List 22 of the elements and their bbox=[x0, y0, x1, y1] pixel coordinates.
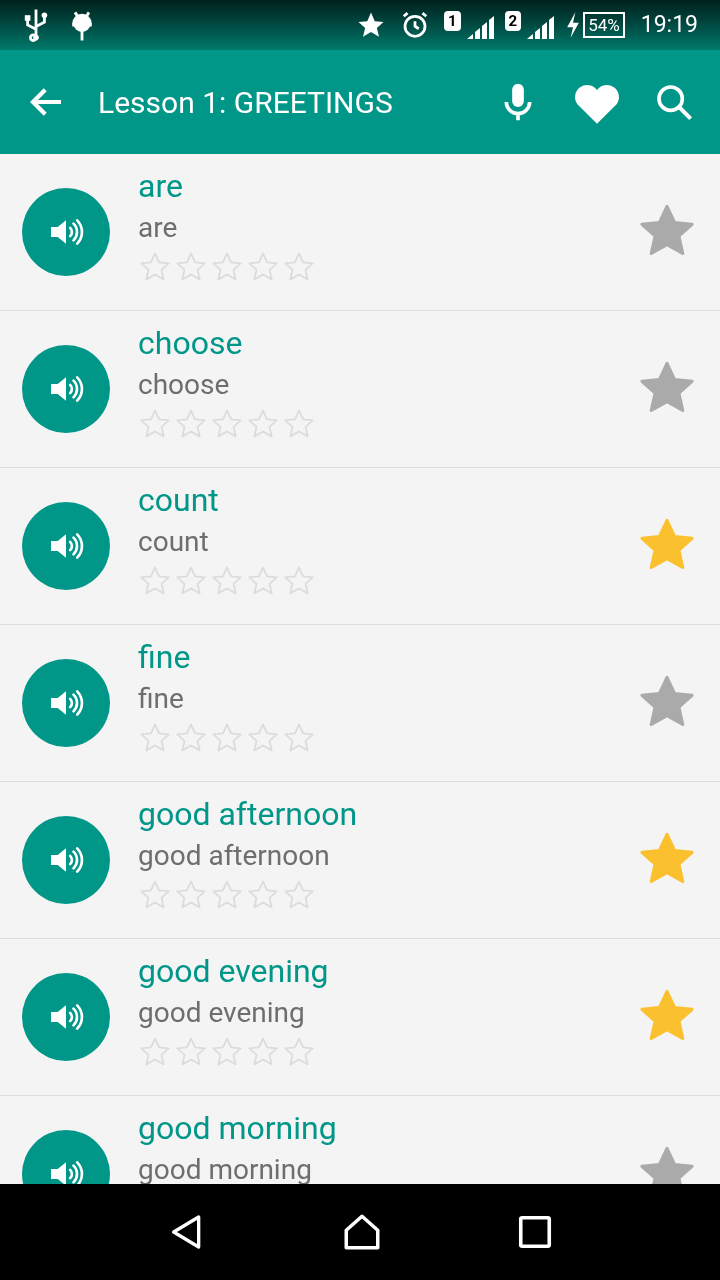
word-title: choose bbox=[138, 323, 244, 364]
battery-indicator: 54% bbox=[583, 12, 625, 38]
word-title: fine bbox=[138, 637, 192, 678]
sim-one-label: 1 bbox=[443, 11, 461, 31]
word-translation: are bbox=[138, 210, 179, 246]
word-title: count bbox=[138, 480, 220, 521]
word-translation: good evening bbox=[138, 995, 306, 1031]
word-translation: choose bbox=[138, 367, 231, 403]
word-translation: count bbox=[138, 524, 210, 560]
toolbar-title: Lesson 1: GREETINGS bbox=[98, 83, 393, 122]
word-title: good afternoon bbox=[138, 794, 359, 835]
clock-time: 19:19 bbox=[640, 9, 698, 40]
recents-button[interactable] bbox=[517, 1214, 553, 1250]
search-button[interactable] bbox=[654, 82, 694, 122]
word-title: good evening bbox=[138, 951, 330, 992]
word-title: good morning bbox=[138, 1108, 338, 1149]
word-translation: fine bbox=[138, 681, 185, 717]
sim-two-label: 2 bbox=[504, 11, 522, 31]
word-translation: good morning bbox=[138, 1152, 313, 1184]
word-translation: good afternoon bbox=[138, 838, 331, 874]
word-title: are bbox=[138, 166, 184, 207]
usb-icon bbox=[22, 8, 50, 42]
